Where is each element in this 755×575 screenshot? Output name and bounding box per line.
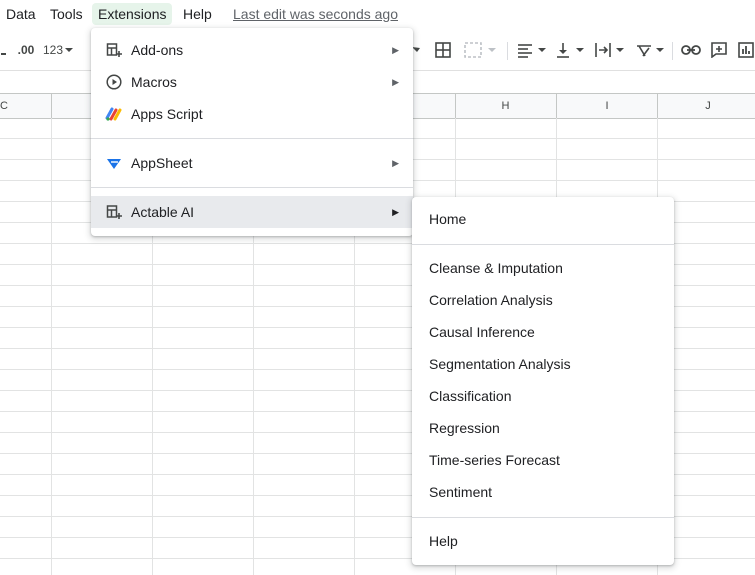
submenu-item-label: Sentiment: [429, 484, 493, 500]
actable-ai-submenu: Home Cleanse & Imputation Correlation An…: [412, 197, 674, 565]
menu-item-add-ons[interactable]: Add-ons ▶: [91, 34, 413, 66]
menu-item-label: Macros: [131, 74, 177, 90]
menu-item-macros[interactable]: Macros ▶: [91, 66, 413, 98]
submenu-item-segmentation-analysis[interactable]: Segmentation Analysis: [412, 348, 674, 380]
submenu-item-time-series-forecast[interactable]: Time-series Forecast: [412, 444, 674, 476]
toolbar-partial-icon[interactable]: [0, 34, 8, 66]
extensions-menu: Add-ons ▶ Macros ▶ Apps Script AppSheet …: [91, 28, 413, 236]
menu-help[interactable]: Help: [177, 3, 218, 25]
menu-divider: [412, 517, 674, 518]
submenu-item-classification[interactable]: Classification: [412, 380, 674, 412]
insert-chart-icon[interactable]: [736, 34, 755, 66]
column-header-j[interactable]: J: [658, 94, 755, 118]
horizontal-align-icon[interactable]: [516, 34, 548, 66]
submenu-arrow-icon: ▶: [392, 157, 399, 168]
addon-app-icon: [105, 203, 123, 221]
vertical-align-icon[interactable]: [554, 34, 586, 66]
addons-icon: [105, 41, 123, 59]
dropdown-arrow-icon: [65, 48, 74, 52]
borders-icon[interactable]: [432, 34, 454, 66]
insert-link-icon[interactable]: [680, 34, 702, 66]
submenu-item-help[interactable]: Help: [412, 525, 674, 557]
menu-item-label: AppSheet: [131, 155, 193, 171]
menu-divider: [412, 244, 674, 245]
submenu-item-label: Cleanse & Imputation: [429, 260, 563, 276]
format-label: 123: [42, 43, 64, 57]
menu-divider: [91, 187, 413, 188]
submenu-item-label: Regression: [429, 420, 500, 436]
last-edit-link[interactable]: Last edit was seconds ago: [233, 5, 398, 23]
toolbar-separator: [672, 42, 673, 60]
submenu-item-sentiment[interactable]: Sentiment: [412, 476, 674, 508]
column-header-c[interactable]: C: [0, 94, 8, 118]
menu-item-appsheet[interactable]: AppSheet ▶: [91, 147, 413, 179]
appsheet-icon: [105, 154, 123, 172]
play-circle-icon: [105, 73, 123, 91]
submenu-item-causal-inference[interactable]: Causal Inference: [412, 316, 674, 348]
column-header-h[interactable]: H: [455, 94, 556, 118]
submenu-item-label: Correlation Analysis: [429, 292, 553, 308]
submenu-item-label: Home: [429, 211, 467, 227]
submenu-arrow-icon: ▶: [392, 206, 399, 217]
toolbar-separator: [507, 42, 508, 60]
menu-divider: [91, 138, 413, 139]
menu-extensions[interactable]: Extensions: [92, 3, 173, 25]
submenu-item-label: Segmentation Analysis: [429, 356, 571, 372]
submenu-item-label: Causal Inference: [429, 324, 535, 340]
column-header-i[interactable]: I: [557, 94, 657, 118]
menu-item-label: Apps Script: [131, 106, 203, 122]
submenu-item-label: Time-series Forecast: [429, 452, 560, 468]
increase-decimal-button[interactable]: .00: [14, 34, 38, 66]
menu-item-label: Add-ons: [131, 42, 184, 58]
submenu-item-label: Help: [429, 533, 458, 549]
apps-script-icon: [105, 105, 123, 123]
merge-cells-icon: [462, 34, 498, 66]
submenu-arrow-icon: ▶: [392, 44, 399, 55]
submenu-item-regression[interactable]: Regression: [412, 412, 674, 444]
text-rotation-icon[interactable]: [634, 34, 666, 66]
menu-item-apps-script[interactable]: Apps Script: [91, 98, 413, 130]
menu-data[interactable]: Data: [0, 3, 42, 25]
menu-bar: Data Tools Extensions Help Last edit was…: [0, 0, 755, 28]
format-menu-button[interactable]: 123: [42, 34, 74, 66]
text-wrapping-icon[interactable]: [594, 34, 626, 66]
submenu-item-home[interactable]: Home: [412, 203, 674, 235]
submenu-item-correlation-analysis[interactable]: Correlation Analysis: [412, 284, 674, 316]
menu-tools[interactable]: Tools: [44, 3, 89, 25]
menu-item-actable-ai[interactable]: Actable AI ▶: [91, 196, 413, 228]
submenu-arrow-icon: ▶: [392, 76, 399, 87]
insert-comment-icon[interactable]: [708, 34, 730, 66]
submenu-item-cleanse-imputation[interactable]: Cleanse & Imputation: [412, 252, 674, 284]
menu-item-label: Actable AI: [131, 204, 195, 220]
submenu-item-label: Classification: [429, 388, 512, 404]
